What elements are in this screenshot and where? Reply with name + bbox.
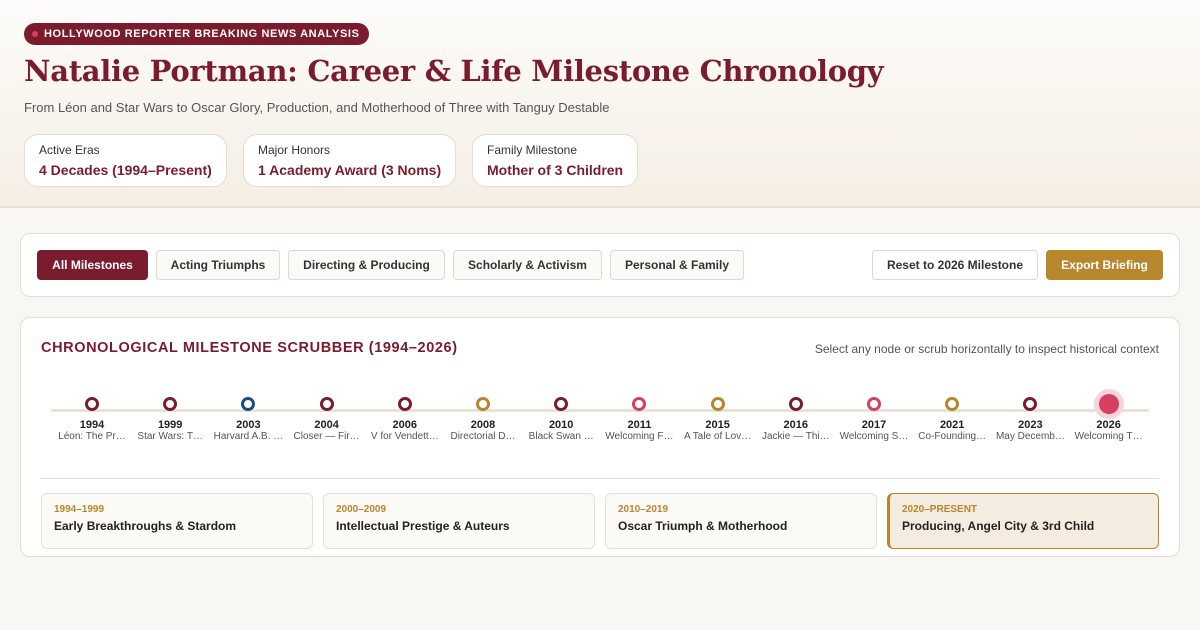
stat-value: Mother of 3 Children — [487, 162, 624, 178]
export-briefing-button[interactable]: Export Briefing — [1046, 250, 1163, 280]
milestone-label: V for Vendett… — [370, 431, 439, 442]
era-card[interactable]: 1994–1999 Early Breakthroughs & Stardom — [41, 493, 313, 549]
filter-personal-button[interactable]: Personal & Family — [610, 250, 744, 280]
filter-bar: All Milestones Acting Triumphs Directing… — [20, 233, 1180, 297]
milestone-year: 1994 — [79, 419, 105, 431]
milestone-node-2016[interactable] — [788, 397, 803, 411]
milestone-label: Closer — Fir… — [293, 431, 360, 442]
era-range: 2020–PRESENT — [902, 504, 978, 515]
milestone-year: 1999 — [157, 419, 183, 431]
era-range: 2000–2009 — [336, 504, 387, 515]
era-range: 1994–1999 — [54, 504, 105, 515]
badge-label: HOLLYWOOD REPORTER BREAKING NEWS ANALYSI… — [44, 28, 360, 40]
page-title: Natalie Portman: Career & Life Milestone… — [24, 54, 884, 88]
milestone-year: 2016 — [783, 419, 809, 431]
milestone-label: Welcoming T… — [1074, 431, 1143, 442]
milestone-year: 2010 — [548, 419, 574, 431]
stat-card-family-milestone: Family Milestone Mother of 3 Children — [472, 134, 639, 187]
stat-value: 1 Academy Award (3 Noms) — [258, 162, 442, 178]
badge-dot-icon — [32, 31, 38, 37]
era-name: Intellectual Prestige & Auteurs — [336, 519, 510, 533]
milestone-node-2008[interactable] — [476, 397, 490, 411]
milestone-label: A Tale of Lov… — [684, 431, 752, 442]
stat-card-major-honors: Major Honors 1 Academy Award (3 Noms) — [243, 134, 457, 187]
milestone-label: Black Swan … — [528, 431, 594, 442]
era-range: 2010–2019 — [618, 504, 669, 515]
era-card[interactable]: 2010–2019 Oscar Triumph & Motherhood — [605, 493, 877, 549]
milestone-node-2017[interactable] — [867, 397, 881, 411]
milestone-label: Léon: The Pr… — [58, 431, 126, 442]
milestone-node-2004[interactable] — [319, 397, 334, 411]
stat-label: Family Milestone — [487, 143, 578, 157]
milestone-node-1994[interactable] — [85, 397, 99, 411]
milestone-node-2006[interactable] — [397, 397, 412, 411]
filter-scholarly-button[interactable]: Scholarly & Activism — [453, 250, 602, 280]
divider — [41, 478, 1159, 479]
era-name: Early Breakthroughs & Stardom — [54, 519, 237, 533]
milestone-year: 2026 — [1096, 419, 1121, 431]
filter-directing-button[interactable]: Directing & Producing — [288, 250, 445, 280]
era-card-active[interactable]: 2020–PRESENT Producing, Angel City & 3rd… — [887, 493, 1159, 549]
stat-card-active-eras: Active Eras 4 Decades (1994–Present) — [24, 134, 227, 187]
milestone-year: 2004 — [314, 419, 339, 431]
milestone-label: Star Wars: T… — [137, 431, 203, 442]
era-card[interactable]: 2000–2009 Intellectual Prestige & Auteur… — [323, 493, 595, 549]
milestone-year: 2011 — [627, 419, 652, 431]
milestone-year: 2006 — [392, 419, 418, 431]
milestone-year: 2015 — [705, 419, 730, 431]
milestone-node-2026[interactable] — [1098, 394, 1119, 414]
scrubber-title: CHRONOLOGICAL MILESTONE SCRUBBER (1994–2… — [41, 340, 458, 356]
stat-label: Active Eras — [39, 143, 100, 157]
milestone-label: Directorial D… — [450, 431, 516, 442]
era-name: Producing, Angel City & 3rd Child — [902, 519, 1095, 533]
milestone-node-2015[interactable] — [710, 397, 725, 411]
stat-label: Major Honors — [258, 143, 331, 157]
milestone-label: Co-Founding… — [918, 431, 987, 442]
milestone-year: 2023 — [1018, 419, 1043, 431]
news-badge: HOLLYWOOD REPORTER BREAKING NEWS ANALYSI… — [24, 23, 369, 45]
milestone-year: 2003 — [236, 419, 261, 431]
reset-milestone-button[interactable]: Reset to 2026 Milestone — [872, 250, 1038, 280]
timeline-track[interactable] — [51, 409, 1149, 412]
stat-value: 4 Decades (1994–Present) — [39, 162, 212, 178]
scrubber-hint: Select any node or scrub horizontally to… — [814, 342, 1159, 356]
milestone-label: May Decemb… — [995, 431, 1065, 442]
milestone-scrubber-panel: CHRONOLOGICAL MILESTONE SCRUBBER (1994–2… — [20, 317, 1180, 557]
milestone-label: Welcoming F… — [605, 431, 674, 442]
milestone-year: 2021 — [939, 419, 965, 431]
milestone-year: 2008 — [470, 419, 496, 431]
page-subtitle: From Léon and Star Wars to Oscar Glory, … — [24, 100, 610, 115]
hero-header: HOLLYWOOD REPORTER BREAKING NEWS ANALYSI… — [0, 0, 1200, 208]
milestone-label: Jackie — Thi… — [761, 431, 830, 442]
milestone-label: Welcoming S… — [839, 431, 909, 442]
filter-acting-button[interactable]: Acting Triumphs — [156, 250, 280, 280]
era-name: Oscar Triumph & Motherhood — [618, 519, 788, 533]
filter-all-milestones-button[interactable]: All Milestones — [37, 250, 148, 280]
milestone-label: Harvard A.B. … — [213, 431, 284, 442]
milestone-year: 2017 — [861, 419, 887, 431]
